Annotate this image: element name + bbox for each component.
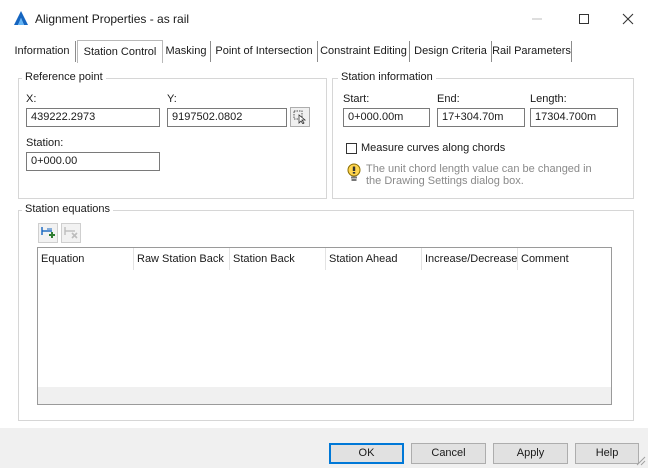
lightbulb-icon	[347, 163, 361, 181]
measure-curves-label[interactable]: Measure curves along chords	[361, 142, 505, 154]
column-header-comment[interactable]: Comment	[518, 248, 611, 270]
window-title: Alignment Properties - as rail	[35, 12, 190, 26]
apply-button[interactable]: Apply	[493, 443, 568, 464]
table-horizontal-scrollbar[interactable]	[38, 387, 611, 404]
tab-content-station-control: Reference point X: 439222.2973 Y: 919750…	[9, 63, 641, 428]
start-label: Start:	[343, 93, 370, 105]
help-button[interactable]: Help	[575, 443, 639, 464]
pick-point-button[interactable]	[290, 107, 310, 127]
tab-bar: Information Station Control Masking Poin…	[9, 40, 641, 65]
column-header-equation[interactable]: Equation	[38, 248, 134, 270]
tab-station-control[interactable]: Station Control	[77, 40, 163, 65]
station-equations-label: Station equations	[22, 203, 114, 215]
reference-point-label: Reference point	[22, 71, 106, 83]
y-label: Y:	[167, 93, 177, 105]
length-label: Length:	[530, 93, 567, 105]
tab-masking[interactable]: Masking	[162, 41, 211, 62]
station-field[interactable]: 0+000.00	[26, 152, 160, 171]
minimize-icon	[532, 18, 542, 20]
add-station-equation-icon	[41, 227, 55, 238]
tab-information[interactable]: Information	[9, 41, 76, 62]
maximize-icon	[579, 14, 589, 24]
start-station-field[interactable]: 0+000.00m	[343, 108, 430, 127]
length-field[interactable]: 17304.700m	[530, 108, 618, 127]
station-equations-table[interactable]: Equation Raw Station Back Station Back S…	[37, 247, 612, 405]
column-header-station-ahead[interactable]: Station Ahead	[326, 248, 422, 270]
chord-length-note: The unit chord length value can be chang…	[366, 163, 592, 187]
measure-curves-checkbox[interactable]	[346, 143, 357, 154]
y-coordinate-field[interactable]: 9197502.0802	[167, 108, 287, 127]
station-information-label: Station information	[338, 71, 436, 83]
pick-point-icon	[293, 110, 307, 124]
close-button[interactable]	[606, 0, 648, 38]
station-label: Station:	[26, 137, 64, 149]
minimize-button[interactable]	[515, 0, 559, 38]
close-icon	[622, 13, 634, 25]
x-coordinate-field[interactable]: 439222.2973	[26, 108, 160, 127]
delete-station-equation-icon	[64, 227, 78, 239]
add-station-equation-button[interactable]	[38, 223, 58, 243]
column-header-raw-station-back[interactable]: Raw Station Back	[134, 248, 230, 270]
delete-station-equation-button[interactable]	[61, 223, 81, 243]
column-header-station-back[interactable]: Station Back	[230, 248, 326, 270]
column-header-increase-decrease[interactable]: Increase/Decrease	[422, 248, 518, 270]
tab-constraint-editing[interactable]: Constraint Editing	[318, 41, 410, 62]
end-station-field[interactable]: 17+304.70m	[437, 108, 525, 127]
end-label: End:	[437, 93, 460, 105]
tab-design-criteria[interactable]: Design Criteria	[410, 41, 492, 62]
resize-grip-icon[interactable]	[634, 454, 646, 466]
title-bar[interactable]: Alignment Properties - as rail	[0, 0, 648, 38]
tab-rail-parameters[interactable]: Rail Parameters	[492, 41, 572, 62]
cancel-button[interactable]: Cancel	[411, 443, 486, 464]
maximize-button[interactable]	[562, 0, 606, 38]
ok-button[interactable]: OK	[329, 443, 404, 464]
civil3d-logo-icon	[14, 11, 28, 25]
tab-point-of-intersection[interactable]: Point of Intersection	[211, 41, 318, 62]
x-label: X:	[26, 93, 37, 105]
